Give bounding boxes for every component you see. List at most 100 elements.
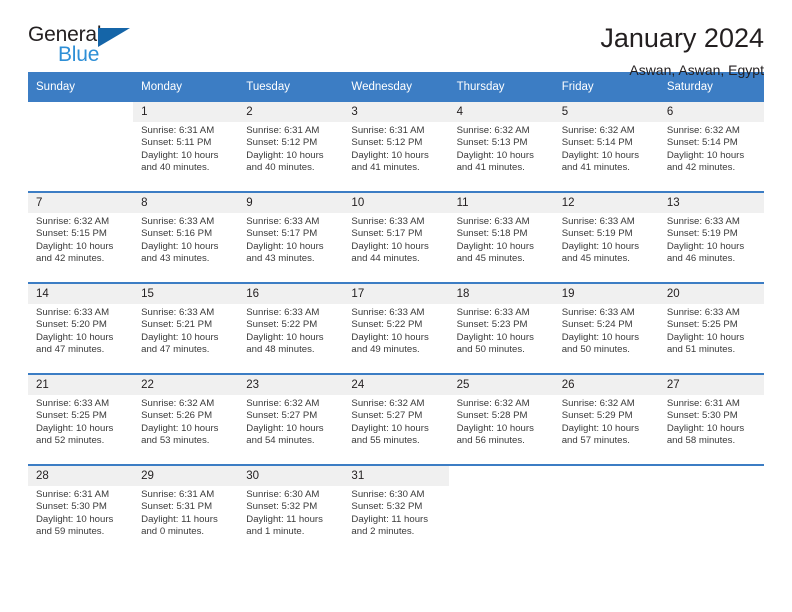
daylight-text-line1: Daylight: 10 hours <box>561 422 640 434</box>
day-detail-cell: Sunrise: 6:32 AM Sunset: 5:26 PM Daylight:… <box>133 395 239 464</box>
day-number-cell[interactable]: 15 <box>133 284 239 304</box>
day-detail-cell: Sunrise: 6:31 AM Sunset: 5:30 PM Daylight:… <box>658 395 764 464</box>
day-number-cell[interactable]: 16 <box>238 284 344 304</box>
brand-triangle-icon <box>98 28 130 47</box>
daylight-text-line1: Daylight: 10 hours <box>351 331 429 343</box>
daylight-text-line2: and 58 minutes. <box>666 434 736 446</box>
sunset-text: Sunset: 5:29 PM <box>561 410 633 422</box>
day-number-cell[interactable]: 28 <box>28 466 134 486</box>
sunset-text: Sunset: 5:25 PM <box>666 319 738 331</box>
day-number-cell[interactable]: 13 <box>658 193 764 213</box>
day-number-cell[interactable]: 9 <box>238 193 344 213</box>
day-detail-cell: Sunrise: 6:33 AM Sunset: 5:18 PM Daylight:… <box>448 213 554 282</box>
day-number-empty <box>448 466 554 486</box>
day-number-cell[interactable]: 17 <box>343 284 449 304</box>
sunrise-text: Sunrise: 6:31 AM <box>141 125 215 136</box>
daylight-text-line2: and 50 minutes. <box>456 343 525 355</box>
sunset-text: Sunset: 5:19 PM <box>666 228 738 240</box>
daylight-text-line1: Daylight: 10 hours <box>456 240 534 252</box>
day-number-cell[interactable]: 29 <box>133 466 239 486</box>
sunset-text: Sunset: 5:13 PM <box>456 137 528 149</box>
sunset-text: Sunset: 5:27 PM <box>246 410 318 422</box>
daylight-text-line2: and 41 minutes. <box>456 161 525 173</box>
sunrise-text: Sunrise: 6:33 AM <box>456 216 530 227</box>
day-number-cell[interactable]: 10 <box>343 193 449 213</box>
page-header: General Blue January 2024 Aswan, Aswan, … <box>28 0 764 78</box>
daylight-text-line2: and 2 minutes. <box>351 525 415 537</box>
daylight-text-line2: and 47 minutes. <box>36 343 105 355</box>
day-number-cell[interactable]: 2 <box>238 102 344 122</box>
sunset-text: Sunset: 5:21 PM <box>141 319 213 331</box>
sunset-text: Sunset: 5:30 PM <box>666 410 738 422</box>
day-number-cell[interactable]: 31 <box>343 466 449 486</box>
sunrise-text: Sunrise: 6:32 AM <box>666 125 740 136</box>
day-number-cell[interactable]: 25 <box>448 375 554 395</box>
sunset-text: Sunset: 5:18 PM <box>456 228 528 240</box>
day-number-cell[interactable]: 23 <box>238 375 344 395</box>
day-detail-empty <box>448 486 554 555</box>
day-detail-empty <box>553 486 659 555</box>
daylight-text-line1: Daylight: 11 hours <box>351 513 429 525</box>
day-detail-row: Sunrise: 6:31 AM Sunset: 5:11 PM Daylight:… <box>28 122 764 191</box>
day-detail-cell: Sunrise: 6:33 AM Sunset: 5:24 PM Daylight:… <box>553 304 659 373</box>
calendar-page: General Blue January 2024 Aswan, Aswan, … <box>0 0 792 612</box>
day-number-cell[interactable]: 26 <box>553 375 659 395</box>
day-detail-cell: Sunrise: 6:32 AM Sunset: 5:29 PM Daylight:… <box>553 395 659 464</box>
day-detail-row: Sunrise: 6:32 AM Sunset: 5:15 PM Daylight:… <box>28 213 764 282</box>
sunrise-text: Sunrise: 6:33 AM <box>141 216 215 227</box>
daylight-text-line1: Daylight: 10 hours <box>561 331 640 343</box>
daylight-text-line2: and 55 minutes. <box>351 434 420 446</box>
day-number-cell[interactable]: 8 <box>133 193 239 213</box>
daylight-text-line2: and 40 minutes. <box>246 161 315 173</box>
day-number-cell[interactable]: 4 <box>448 102 554 122</box>
daylight-text-line1: Daylight: 10 hours <box>36 240 114 252</box>
sunrise-text: Sunrise: 6:33 AM <box>351 216 425 227</box>
daylight-text-line2: and 59 minutes. <box>36 525 105 537</box>
day-detail-cell: Sunrise: 6:31 AM Sunset: 5:11 PM Daylight:… <box>133 122 239 191</box>
day-number-row: 28 29 30 31 <box>28 466 764 486</box>
daylight-text-line2: and 44 minutes. <box>351 252 420 264</box>
day-detail-row: Sunrise: 6:33 AM Sunset: 5:20 PM Daylight:… <box>28 304 764 373</box>
day-detail-cell: Sunrise: 6:33 AM Sunset: 5:16 PM Daylight:… <box>133 213 239 282</box>
sunrise-text: Sunrise: 6:33 AM <box>36 398 110 409</box>
daylight-text-line2: and 45 minutes. <box>456 252 525 264</box>
day-number-cell[interactable]: 27 <box>658 375 764 395</box>
sunrise-text: Sunrise: 6:31 AM <box>666 398 740 409</box>
day-number-cell[interactable]: 18 <box>448 284 554 304</box>
day-number-row: 14 15 16 17 18 19 20 <box>28 284 764 304</box>
day-number-cell[interactable]: 21 <box>28 375 134 395</box>
day-number-cell[interactable]: 1 <box>133 102 239 122</box>
day-number-cell[interactable]: 20 <box>658 284 764 304</box>
daylight-text-line1: Daylight: 10 hours <box>351 149 429 161</box>
day-detail-cell: Sunrise: 6:32 AM Sunset: 5:13 PM Daylight:… <box>448 122 554 191</box>
daylight-text-line2: and 54 minutes. <box>246 434 315 446</box>
brand-logo[interactable]: General Blue <box>28 22 148 70</box>
day-number-cell[interactable]: 12 <box>553 193 659 213</box>
day-number-cell[interactable]: 30 <box>238 466 344 486</box>
sunrise-text: Sunrise: 6:31 AM <box>36 489 110 500</box>
daylight-text-line1: Daylight: 10 hours <box>666 422 745 434</box>
day-detail-row: Sunrise: 6:31 AM Sunset: 5:30 PM Daylight:… <box>28 486 764 555</box>
day-number-cell[interactable]: 19 <box>553 284 659 304</box>
daylight-text-line2: and 48 minutes. <box>246 343 315 355</box>
day-detail-row: Sunrise: 6:33 AM Sunset: 5:25 PM Daylight:… <box>28 395 764 464</box>
day-detail-cell: Sunrise: 6:32 AM Sunset: 5:28 PM Daylight:… <box>448 395 554 464</box>
sunrise-text: Sunrise: 6:31 AM <box>141 489 215 500</box>
day-detail-cell: Sunrise: 6:32 AM Sunset: 5:14 PM Daylight:… <box>658 122 764 191</box>
sunrise-text: Sunrise: 6:33 AM <box>246 216 320 227</box>
day-number-cell[interactable]: 6 <box>658 102 764 122</box>
sunset-text: Sunset: 5:23 PM <box>456 319 528 331</box>
sunrise-text: Sunrise: 6:32 AM <box>246 398 320 409</box>
day-number-cell[interactable]: 14 <box>28 284 134 304</box>
day-number-cell[interactable]: 5 <box>553 102 659 122</box>
day-number-cell[interactable]: 22 <box>133 375 239 395</box>
day-number-cell[interactable]: 7 <box>28 193 134 213</box>
day-number-cell[interactable]: 11 <box>448 193 554 213</box>
day-detail-empty <box>28 122 134 191</box>
day-number-cell[interactable]: 24 <box>343 375 449 395</box>
sunrise-text: Sunrise: 6:32 AM <box>561 398 635 409</box>
sunrise-text: Sunrise: 6:33 AM <box>561 307 635 318</box>
day-number-cell[interactable]: 3 <box>343 102 449 122</box>
daylight-text-line1: Daylight: 10 hours <box>351 422 429 434</box>
daylight-text-line1: Daylight: 11 hours <box>246 513 323 525</box>
